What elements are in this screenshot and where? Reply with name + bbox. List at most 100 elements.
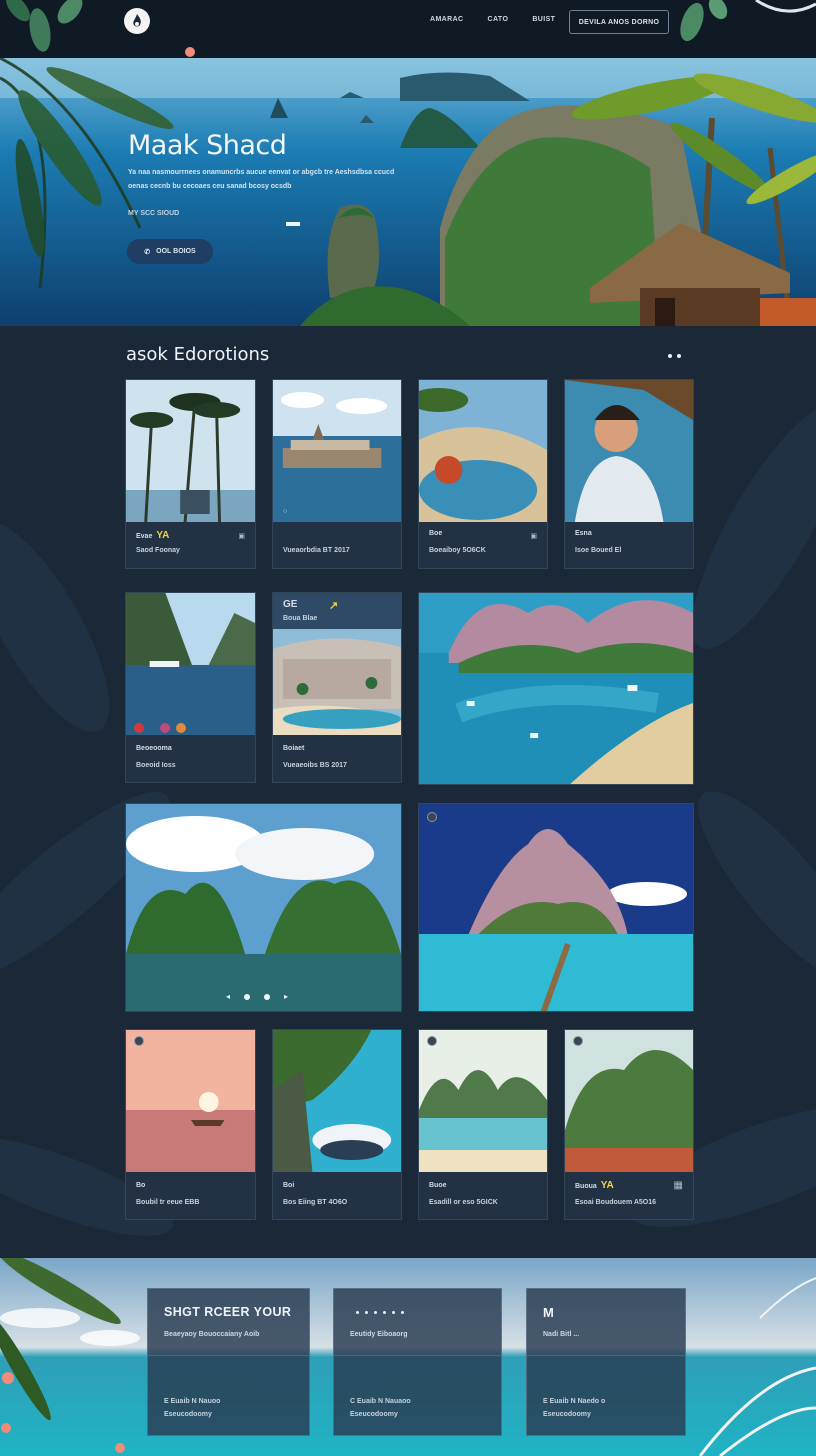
hero-cta-label: OOL BOIOS <box>156 248 196 255</box>
card-icon: ▣ <box>530 533 537 540</box>
carousel-controls: ◂ ▸ <box>226 992 288 1001</box>
destination-card[interactable]: Esna Isoe Boued El <box>564 379 694 569</box>
section-pager[interactable] <box>668 354 681 358</box>
phone-icon: ✆ <box>144 248 151 256</box>
red-dot-icon <box>134 723 144 733</box>
card-photo <box>126 593 255 735</box>
footer-line[interactable]: Eseucodoomy <box>543 1408 605 1421</box>
divider <box>148 1355 309 1356</box>
card-tag: Beoeooma <box>136 745 172 752</box>
card-tag: Esna <box>575 530 592 537</box>
card-photo <box>126 804 401 1011</box>
carousel-dot[interactable] <box>244 993 251 1000</box>
card-tag: ○ <box>283 508 288 515</box>
destination-card[interactable]: Boe ▣ Boeaiboy 5O6CK <box>418 379 548 569</box>
nav-link[interactable]: CATO <box>488 16 509 23</box>
hero-cta-button[interactable]: ✆ OOL BOIOS <box>127 239 213 264</box>
destination-feature-card[interactable] <box>418 803 694 1012</box>
destination-feature-card[interactable] <box>418 592 694 785</box>
hero-title: Maak Shacd <box>128 130 287 161</box>
destination-card[interactable]: Buoe Esadill or eso 5GICK <box>418 1029 548 1220</box>
footer-panel-text: E Euaib N Nauoo Eseucodoomy <box>164 1395 220 1421</box>
card-tag: Buoe <box>429 1182 447 1189</box>
card-photo <box>126 380 255 522</box>
hero-landscape-image <box>0 58 816 326</box>
card-tag: Boe <box>429 530 443 537</box>
site-header: AMARAC CATO BUIST DEVILA ANOS DORNO <box>0 0 816 58</box>
section-title: asok Edorotions <box>126 344 270 365</box>
card-subtitle: Esadill or eso 5GICK <box>429 1199 498 1206</box>
destination-card[interactable]: Evae YA ▣ Saod Foonay <box>125 379 256 569</box>
destination-card[interactable]: Buoua YA ▦ Esoai Boudouem A5O16 <box>564 1029 694 1220</box>
brand-logo[interactable] <box>124 8 150 34</box>
card-photo <box>565 1030 693 1172</box>
card-photo <box>419 804 693 1011</box>
footer-panel-text: E Euaib N Naedo o Eseucodoomy <box>543 1395 605 1421</box>
card-subtitle: Vueaeoibs BS 2017 <box>283 762 347 769</box>
card-photo <box>565 380 693 522</box>
footer-panel-subtitle: Eeutidy Eiboaorg <box>350 1331 408 1338</box>
footer-panel-text: C Euaib N Nauaoo Eseucodoomy <box>350 1395 411 1421</box>
card-photo <box>273 380 401 522</box>
card-photo <box>419 380 547 522</box>
destination-card[interactable]: Bo Boubil tr eeue EBB <box>125 1029 256 1220</box>
destination-card[interactable]: Boi Bos Eiing BT 4O6O <box>272 1029 402 1220</box>
footer-panel: Eeutidy Eiboaorg C Euaib N Nauaoo Eseuco… <box>333 1288 502 1436</box>
card-subtitle: Bos Eiing BT 4O6O <box>283 1199 348 1206</box>
next-arrow-icon[interactable]: ▸ <box>284 992 288 1001</box>
nav-link[interactable]: BUIST <box>532 16 555 23</box>
header-cta-button[interactable]: DEVILA ANOS DORNO <box>569 10 669 34</box>
dots-icon <box>356 1311 404 1314</box>
destination-card[interactable]: ○ Vueaorbdia BT 2017 <box>272 379 402 569</box>
footer-line[interactable]: E Euaib N Naedo o <box>543 1395 605 1408</box>
carousel-dot[interactable] <box>264 993 271 1000</box>
destinations-section: asok Edorotions Evae YA ▣ Saod Foonay ○ … <box>0 326 816 1258</box>
badge: YA <box>156 530 170 541</box>
card-subtitle: Vueaorbdia BT 2017 <box>283 547 350 554</box>
main-nav: AMARAC CATO BUIST <box>430 16 555 23</box>
palm-leaf-decoration <box>680 0 816 42</box>
card-tag: GE <box>283 599 298 610</box>
orange-dot-icon <box>176 723 186 733</box>
pin-icon <box>427 812 437 822</box>
card-tag: Boi <box>283 1182 295 1189</box>
pin-icon <box>134 1036 144 1046</box>
destination-card[interactable]: GE ↗ Boua Blae Boiaet Vueaeoibs BS 2017 <box>272 592 402 783</box>
hero-description: Ya naa nasmourrnees onamuncrbs aucue een… <box>128 169 395 190</box>
hero-section: Maak Shacd Ya naa nasmourrnees onamuncrb… <box>0 58 816 326</box>
card-tag: Bo <box>136 1182 146 1189</box>
card-subtitle: Boua Blae <box>283 615 318 622</box>
footer-panel-subtitle: Nadi Bitl ... <box>543 1331 580 1338</box>
footer-line[interactable]: Eseucodoomy <box>164 1408 220 1421</box>
footer-panel-title: M <box>543 1305 555 1320</box>
footer-line[interactable]: E Euaib N Nauoo <box>164 1395 220 1408</box>
divider <box>334 1355 501 1356</box>
destination-card[interactable]: Beoeooma Boeoid Ioss <box>125 592 256 783</box>
footer-panel-subtitle: Beaeyaoy Bouoccaiany Aoib <box>164 1331 260 1338</box>
card-tag: Boiaet <box>283 745 305 752</box>
pin-icon <box>573 1036 583 1046</box>
footer-panel-title: SHGT RCEER YOUR <box>164 1305 292 1319</box>
badge: YA <box>600 1180 614 1191</box>
footer-panel: M Nadi Bitl ... E Euaib N Naedo o Eseuco… <box>526 1288 686 1436</box>
footer-line[interactable]: Eseucodoomy <box>350 1408 411 1421</box>
pink-dot-icon <box>160 723 170 733</box>
card-subtitle: Boeoid Ioss <box>136 762 176 769</box>
footer-section: SHGT RCEER YOUR Beaeyaoy Bouoccaiany Aoi… <box>0 1258 816 1456</box>
card-photo <box>419 1030 547 1172</box>
card-tag: Evae <box>136 533 153 540</box>
palm-leaf-decoration <box>6 0 195 57</box>
footer-line[interactable]: C Euaib N Nauaoo <box>350 1395 411 1408</box>
flame-icon <box>133 14 141 27</box>
card-subtitle: Boeaiboy 5O6CK <box>429 547 486 554</box>
destination-feature-card[interactable]: ◂ ▸ <box>125 803 402 1012</box>
card-subtitle: Saod Foonay <box>136 547 180 554</box>
card-photo <box>273 629 401 735</box>
prev-arrow-icon[interactable]: ◂ <box>226 992 230 1001</box>
card-subtitle: Esoai Boudouem A5O16 <box>575 1199 657 1206</box>
divider <box>527 1355 685 1356</box>
card-icon: ▣ <box>238 533 245 540</box>
nav-link[interactable]: AMARAC <box>430 16 464 23</box>
card-tag: Buoua <box>575 1183 597 1190</box>
arrow-icon: ↗ <box>329 600 339 612</box>
